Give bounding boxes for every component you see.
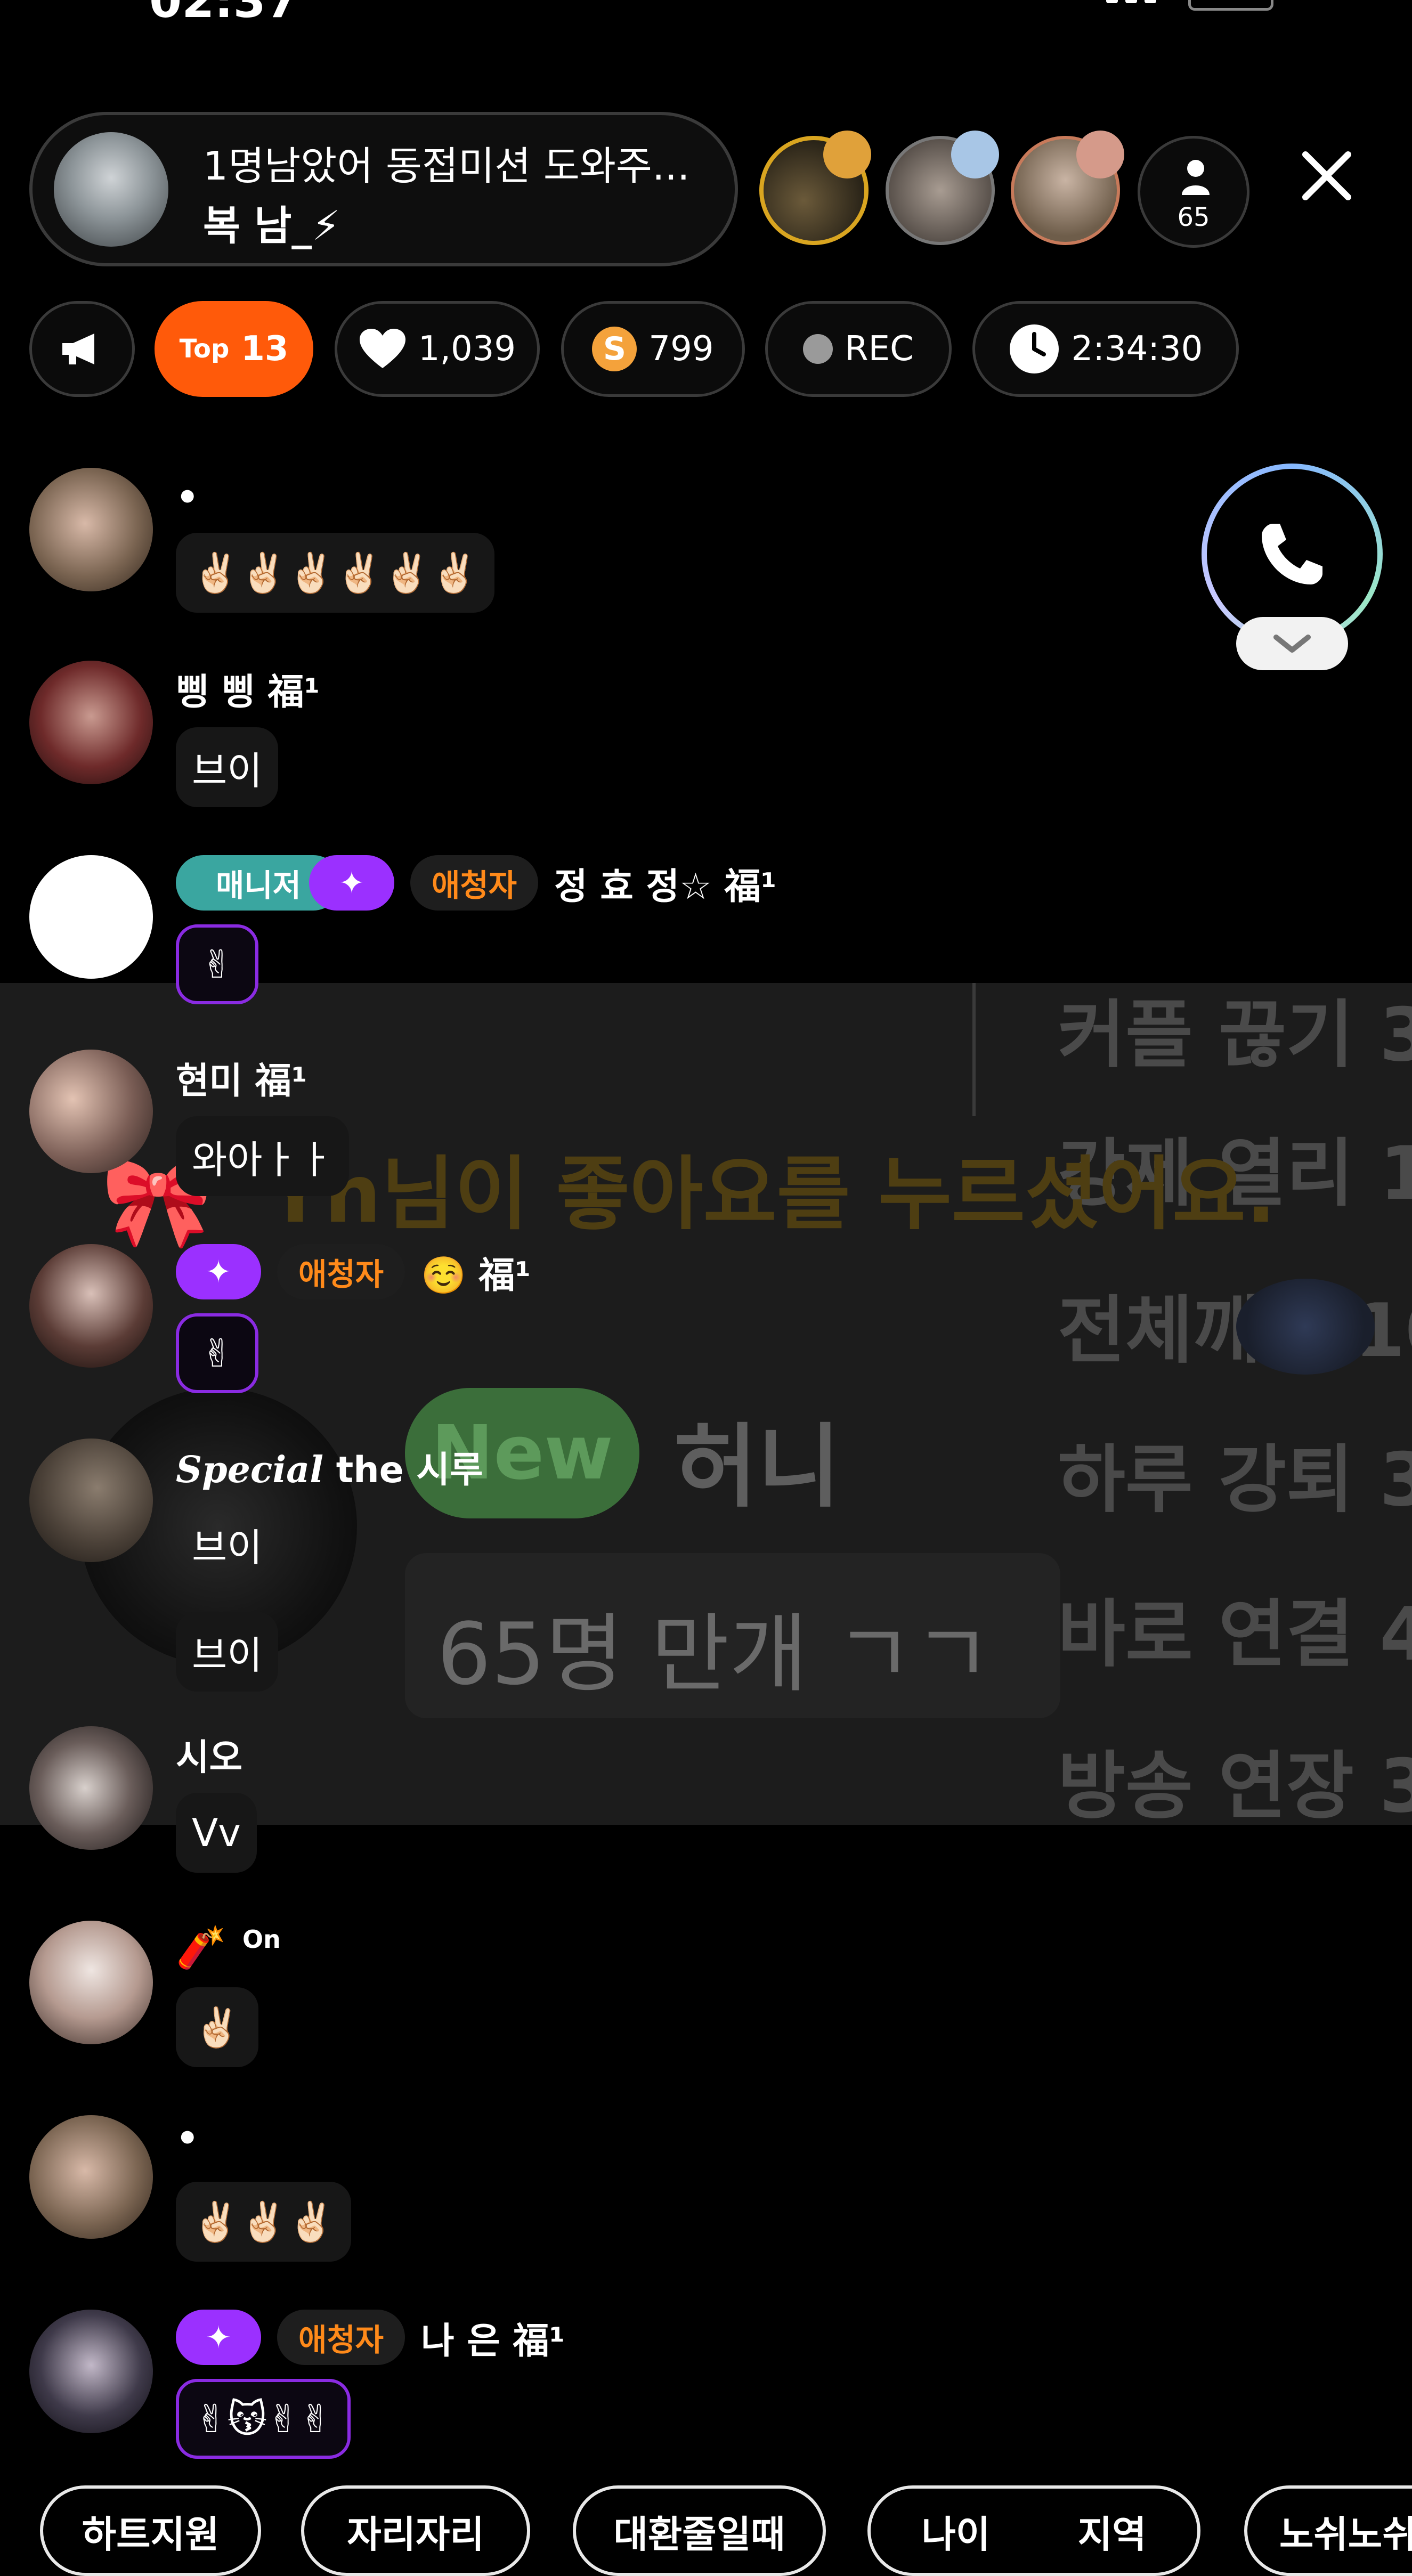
chat-avatar[interactable] [29, 1921, 153, 2044]
star-badge: ✦ [309, 855, 394, 911]
chat-username: ☺️ 福¹ [421, 1255, 531, 1297]
rec-button[interactable]: REC [765, 301, 952, 397]
status-icons [1106, 0, 1273, 11]
broadcast-duration: 2:34:30 [1071, 329, 1203, 369]
chat-message: 와아ㅏㅏ [176, 1116, 349, 1196]
bg-menu-item: 커플 끊기 3 [1058, 992, 1412, 1078]
chat-username: 현미 福¹ [176, 1060, 307, 1102]
chat-username-text: the 시루 [336, 1449, 483, 1491]
count-notice: 65명 만개 ㄱㄱ [437, 1604, 992, 1704]
record-dot-icon [803, 334, 833, 364]
coin-icon: S [592, 327, 637, 371]
viewer-count: 65 [1177, 202, 1210, 232]
chat-username: • [176, 2118, 199, 2160]
chat-username: 정 효 정☆ 福¹ [554, 866, 777, 908]
divider [972, 983, 976, 1116]
quick-chip[interactable]: 자리자리 [301, 2485, 530, 2576]
person-icon [1182, 160, 1210, 195]
signal-icon [1106, 0, 1156, 3]
top-value: 13 [241, 329, 289, 369]
coins-count: 799 [648, 329, 714, 369]
chat-avatar[interactable] [29, 1439, 153, 1562]
rec-label: REC [845, 329, 914, 369]
bg-menu-item: 방송 연장 3 [1058, 1743, 1412, 1829]
chat-message: 브이 [176, 727, 279, 807]
chat-message: ✌🏻✌🏻✌🏻 [176, 2182, 351, 2262]
broadcast-title: 1명남았어 동접미션 도와주... [203, 143, 690, 189]
close-icon[interactable] [1295, 144, 1359, 208]
chat-message: ✌ [176, 924, 258, 1004]
chat-avatar[interactable] [29, 855, 153, 979]
chat-message: ✌😽✌✌ [176, 2379, 351, 2459]
chat-avatar[interactable] [29, 1050, 153, 1173]
chat-avatar[interactable] [29, 2310, 153, 2433]
chat-username: 🧨 [176, 1923, 226, 1971]
status-time: 02:37 [149, 0, 299, 28]
announce-button[interactable] [29, 301, 135, 397]
fan-badge: 애청자 [410, 855, 538, 911]
heart-icon [359, 329, 405, 368]
like-notice: Yn님이 좋아요를 누르셨어요. [266, 1148, 1276, 1241]
phone-icon [1262, 524, 1322, 584]
quick-chip[interactable]: 하트지원 [40, 2485, 261, 2576]
clock-icon [1009, 324, 1059, 373]
top-label: Top [179, 334, 230, 364]
chat-username: 시오 [176, 1737, 243, 1779]
chat-username: • [176, 477, 199, 519]
chat-message: Vv [176, 1793, 257, 1873]
host-name: 복 남_⚡ [203, 202, 340, 249]
chat-username: 나 은 福¹ [421, 2320, 565, 2362]
likes-count: 1,039 [418, 329, 516, 369]
host-info-pill[interactable]: 1명남았어 동접미션 도와주... 복 남_⚡ [29, 112, 738, 266]
quick-chip[interactable]: 대환줄일때 [573, 2485, 826, 2576]
chevron-down-icon [1273, 635, 1311, 653]
host-avatar[interactable] [54, 132, 168, 247]
viewer-count-button[interactable]: 65 [1138, 136, 1249, 248]
coins-button[interactable]: S 799 [561, 301, 745, 397]
trophy-icon [823, 131, 871, 178]
collapse-button[interactable] [1236, 617, 1348, 670]
battery-icon [1188, 0, 1273, 11]
bg-menu-item: 바로 연결 4 [1058, 1591, 1412, 1677]
quick-chip[interactable]: 노쉬노쉬 [1244, 2485, 1412, 2576]
planet-icon [1236, 1279, 1375, 1375]
chat-username: Special the 시루 [176, 1440, 483, 1493]
chat-avatar[interactable] [29, 468, 153, 591]
on-tag: On [242, 1925, 281, 1954]
chat-avatar[interactable] [29, 2115, 153, 2239]
star-badge: ✦ [176, 1244, 261, 1299]
star-badge: ✦ [176, 2310, 261, 2365]
chat-message: ✌ [176, 1313, 258, 1393]
likes-button[interactable]: 1,039 [335, 301, 540, 397]
fan-badge: 애청자 [277, 2310, 405, 2365]
fan-badge: 애청자 [277, 1244, 405, 1299]
chat-avatar[interactable] [29, 1726, 153, 1850]
wing-icon [1076, 131, 1124, 178]
new-user-name: 허니 [674, 1415, 841, 1520]
bg-menu-item: 하루 강퇴 3 [1058, 1437, 1412, 1523]
chat-username: 삥 삥 福¹ [176, 671, 320, 713]
chat-avatar[interactable] [29, 661, 153, 784]
quick-chip[interactable]: 나이 지역 [867, 2485, 1200, 2576]
chat-avatar[interactable] [29, 1244, 153, 1368]
chat-message: ✌🏻✌🏻✌🏻✌🏻✌🏻✌🏻 [176, 533, 494, 613]
chat-message: ✌🏻 [176, 1987, 258, 2067]
chat-message: 브이 [176, 1612, 279, 1692]
duration-button[interactable]: 2:34:30 [972, 301, 1239, 397]
top-rank-button[interactable]: Top 13 [155, 301, 313, 397]
special-label: Special [176, 1449, 324, 1491]
wing-icon [951, 131, 999, 178]
chat-message: 브이 [192, 1525, 263, 1570]
megaphone-icon [62, 334, 94, 364]
